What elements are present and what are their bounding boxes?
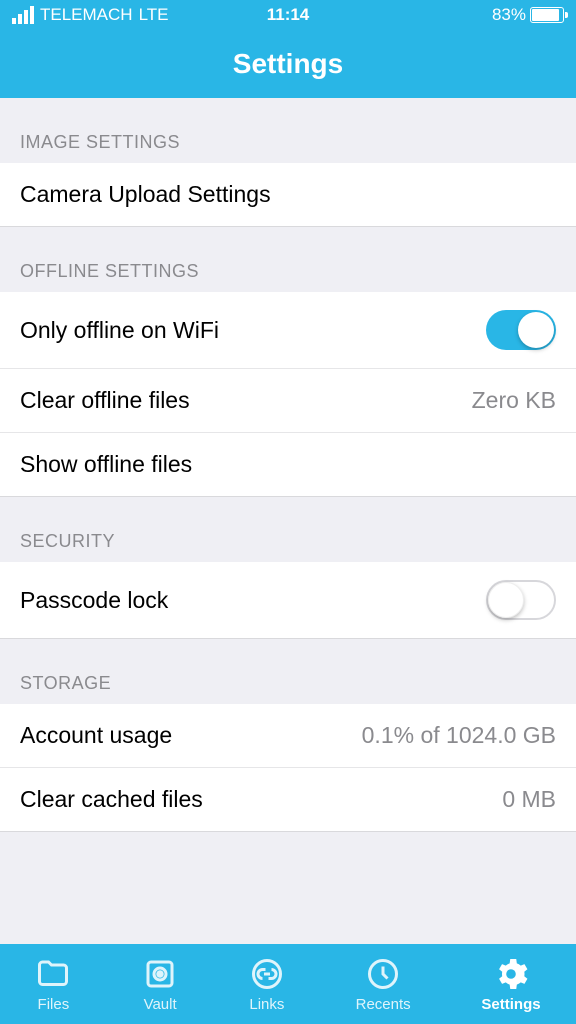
status-bar: TELEMACH LTE 11:14 83% [0,0,576,30]
toggle-passcode-lock[interactable] [486,580,556,620]
row-account-usage[interactable]: Account usage 0.1% of 1024.0 GB [0,704,576,768]
page-title: Settings [0,30,576,98]
tab-vault[interactable]: Vault [142,956,178,1013]
section-offline-settings: OFFLINE SETTINGS Only offline on WiFi Cl… [0,227,576,497]
tab-files[interactable]: Files [35,956,71,1013]
battery-icon [530,7,564,23]
vault-icon [142,956,178,992]
row-label: Passcode lock [20,587,168,614]
tab-label: Settings [481,996,540,1013]
row-passcode-lock[interactable]: Passcode lock [0,562,576,639]
row-value: Zero KB [472,387,556,414]
row-label: Camera Upload Settings [20,181,271,208]
status-time: 11:14 [196,5,380,25]
row-show-offline-files[interactable]: Show offline files [0,433,576,497]
row-clear-offline-files[interactable]: Clear offline files Zero KB [0,369,576,433]
row-label: Account usage [20,722,172,749]
tab-recents[interactable]: Recents [356,956,411,1013]
settings-scroll[interactable]: IMAGE SETTINGS Camera Upload Settings OF… [0,98,576,944]
section-header-storage: STORAGE [0,639,576,704]
row-label: Clear offline files [20,387,190,414]
section-header-image: IMAGE SETTINGS [0,98,576,163]
row-camera-upload-settings[interactable]: Camera Upload Settings [0,163,576,227]
tab-links[interactable]: Links [249,956,285,1013]
tab-settings[interactable]: Settings [481,956,540,1013]
battery-percent: 83% [492,5,526,25]
toggle-only-offline-on-wifi[interactable] [486,310,556,350]
gear-icon [493,956,529,992]
tab-label: Recents [356,996,411,1013]
tab-label: Files [38,996,70,1013]
section-image-settings: IMAGE SETTINGS Camera Upload Settings [0,98,576,227]
network-label: LTE [139,5,169,25]
page-title-text: Settings [233,48,343,80]
tab-label: Links [249,996,284,1013]
row-value: 0 MB [502,786,556,813]
tab-bar: Files Vault Links Recents Settings [0,944,576,1024]
row-label: Show offline files [20,451,192,478]
row-only-offline-on-wifi[interactable]: Only offline on WiFi [0,292,576,369]
signal-icon [12,6,34,24]
tab-label: Vault [144,996,177,1013]
link-icon [249,956,285,992]
folder-icon [35,956,71,992]
clock-icon [365,956,401,992]
section-header-offline: OFFLINE SETTINGS [0,227,576,292]
section-header-security: SECURITY [0,497,576,562]
row-label: Only offline on WiFi [20,317,219,344]
section-storage: STORAGE Account usage 0.1% of 1024.0 GB … [0,639,576,832]
row-clear-cached-files[interactable]: Clear cached files 0 MB [0,768,576,832]
row-value: 0.1% of 1024.0 GB [362,722,556,749]
section-security: SECURITY Passcode lock [0,497,576,639]
carrier-label: TELEMACH [40,5,133,25]
row-label: Clear cached files [20,786,203,813]
